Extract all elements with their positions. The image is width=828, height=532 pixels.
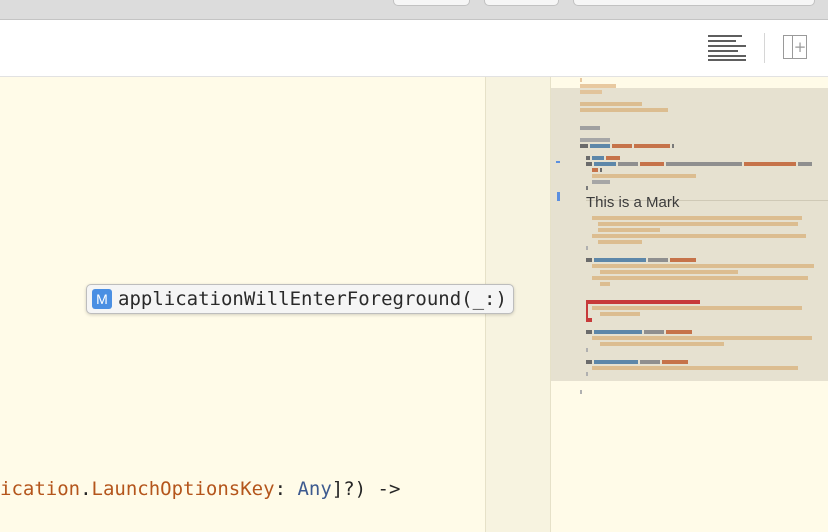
minimap-mark-label: This is a Mark (586, 194, 680, 211)
method-badge-icon: M (92, 289, 112, 309)
minimap-change-marker (556, 161, 560, 163)
editor-jump-bar (0, 20, 828, 77)
toolbar-button[interactable] (393, 0, 470, 6)
code-dot: . (80, 478, 92, 500)
code-rest: ]?) -> (331, 478, 401, 500)
code-colon: : (274, 478, 298, 500)
code-identifier: ication (0, 478, 81, 500)
minimap[interactable]: This is a Mark (551, 77, 828, 532)
symbol-name: applicationWillEnterForeground(_:) (118, 288, 507, 310)
add-editor-icon[interactable]: + (783, 35, 807, 59)
lines-icon[interactable] (708, 35, 746, 61)
toolbar-segmented-control[interactable] (573, 0, 815, 6)
symbol-popup[interactable]: M applicationWillEnterForeground(_:) (86, 284, 514, 314)
code-line[interactable]: ication.LaunchOptionsKey: Any]?) -> (0, 478, 400, 500)
minimap-change-marker (557, 192, 560, 201)
code-keyword: Any (297, 478, 332, 500)
toolbar-button[interactable] (484, 0, 559, 6)
window-toolbar (0, 0, 828, 20)
code-type: LaunchOptionsKey (91, 478, 275, 500)
toolbar-separator (764, 33, 765, 63)
